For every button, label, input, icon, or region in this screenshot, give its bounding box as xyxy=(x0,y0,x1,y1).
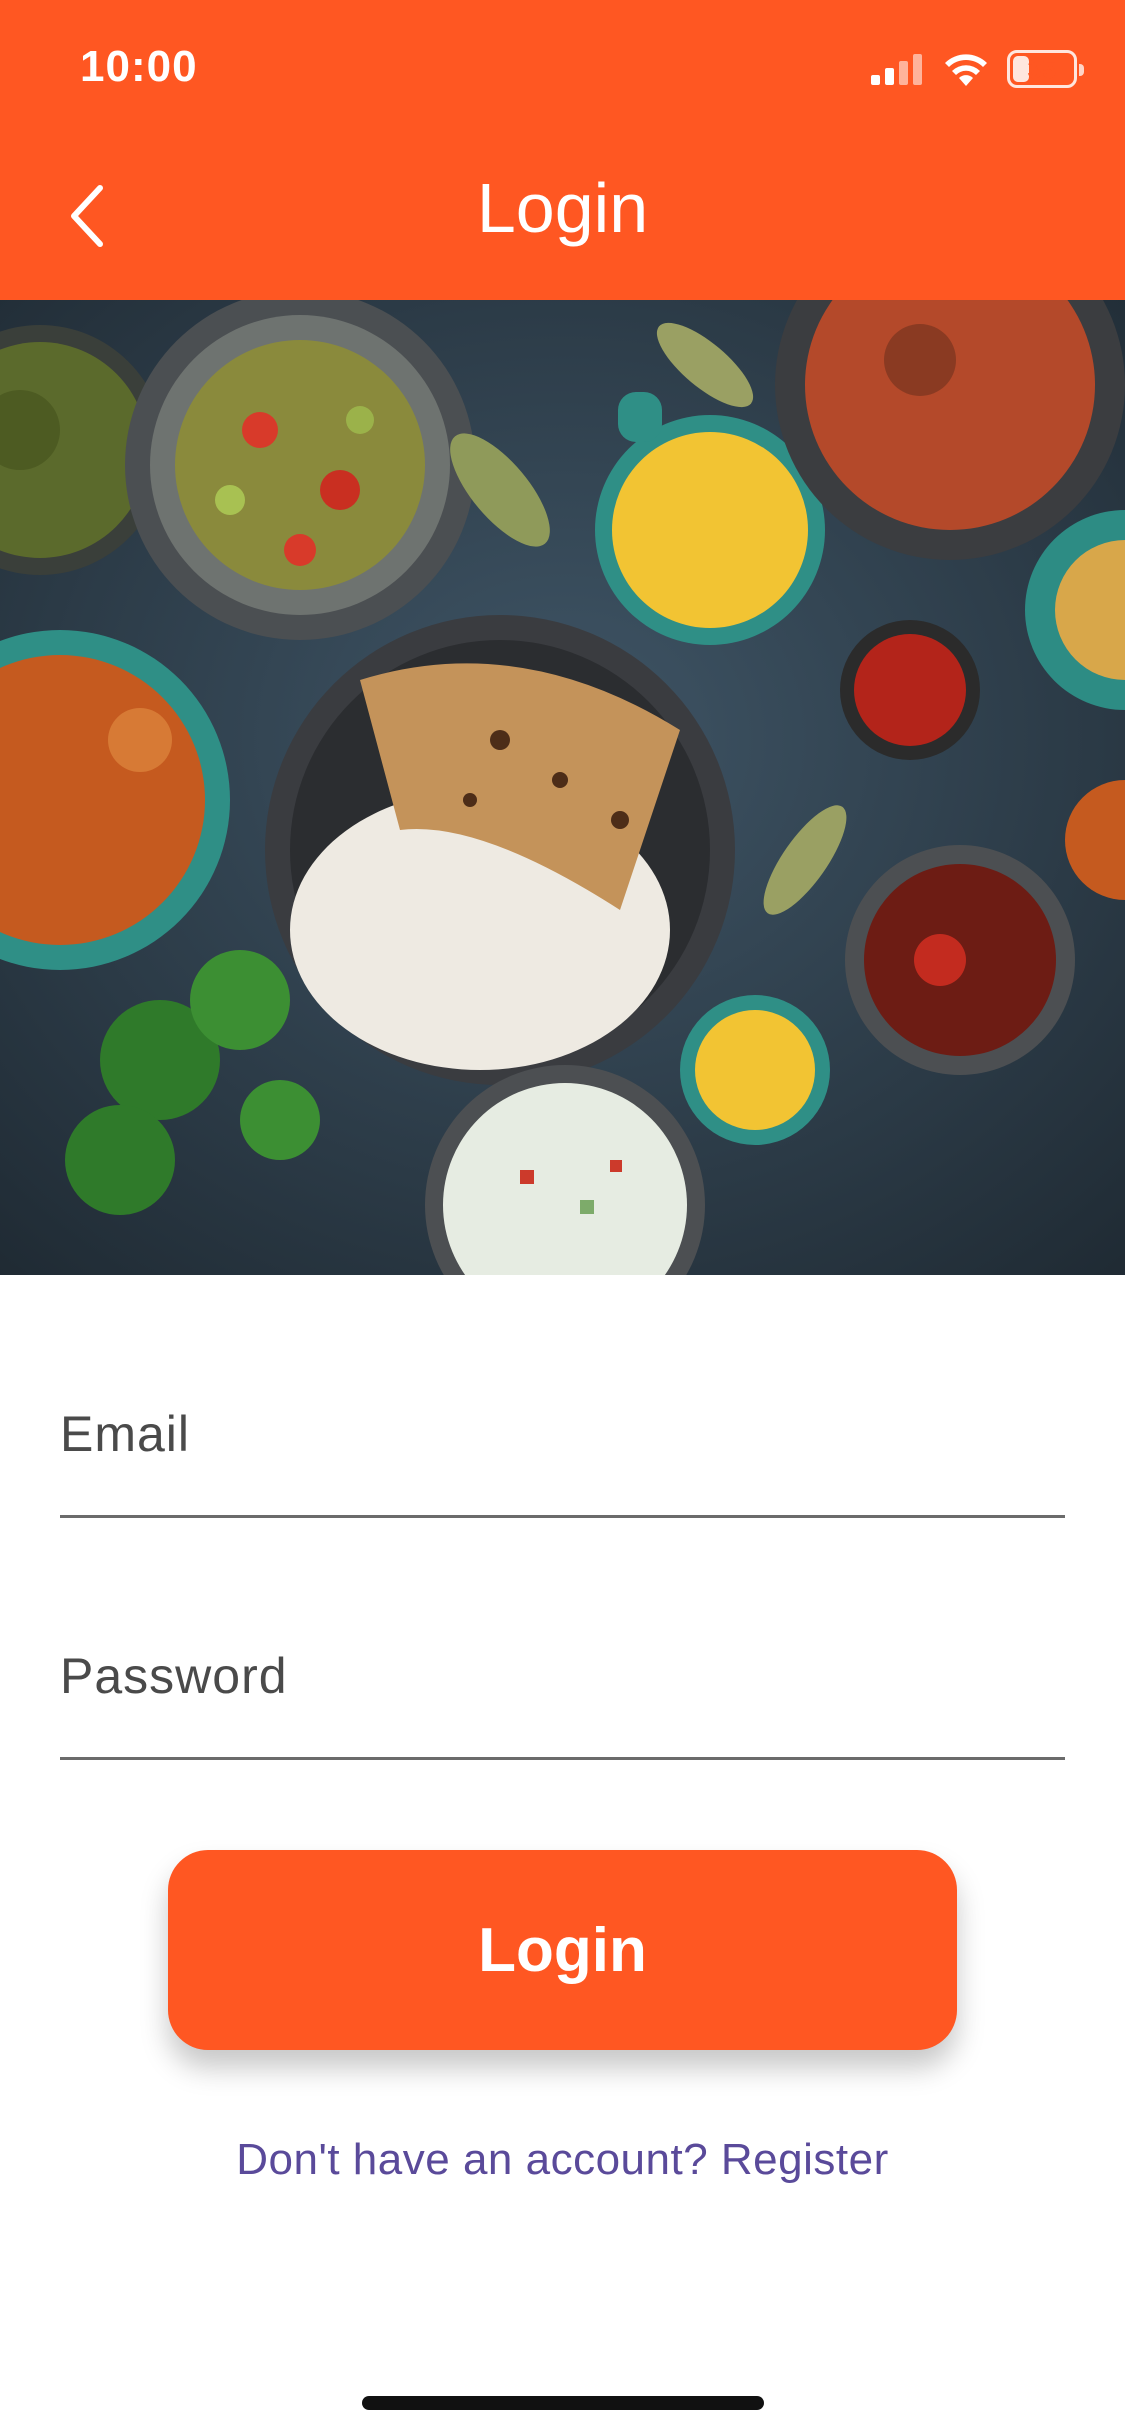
wifi-icon xyxy=(945,54,987,86)
battery-percent: 35 xyxy=(1027,53,1057,84)
login-button[interactable]: Login xyxy=(168,1850,957,2050)
register-link[interactable]: Don't have an account? Register xyxy=(0,2135,1125,2185)
status-bar: 10:00 35 xyxy=(0,0,1125,140)
app-bar: 10:00 35 Login xyxy=(0,0,1125,300)
status-time: 10:00 xyxy=(80,42,198,91)
status-icons: 35 xyxy=(871,46,1084,92)
hero-image xyxy=(0,300,1125,1275)
food-spread-illustration xyxy=(0,300,1125,1275)
password-field[interactable] xyxy=(60,1620,1065,1760)
email-field[interactable] xyxy=(60,1378,1065,1518)
battery-icon: 35 xyxy=(1007,50,1084,88)
battery-nub xyxy=(1079,64,1084,76)
page-title: Login xyxy=(476,169,649,247)
signal-icon xyxy=(871,54,922,85)
password-input[interactable] xyxy=(60,1647,1065,1705)
home-indicator xyxy=(362,2396,764,2410)
email-input[interactable] xyxy=(60,1405,1065,1463)
